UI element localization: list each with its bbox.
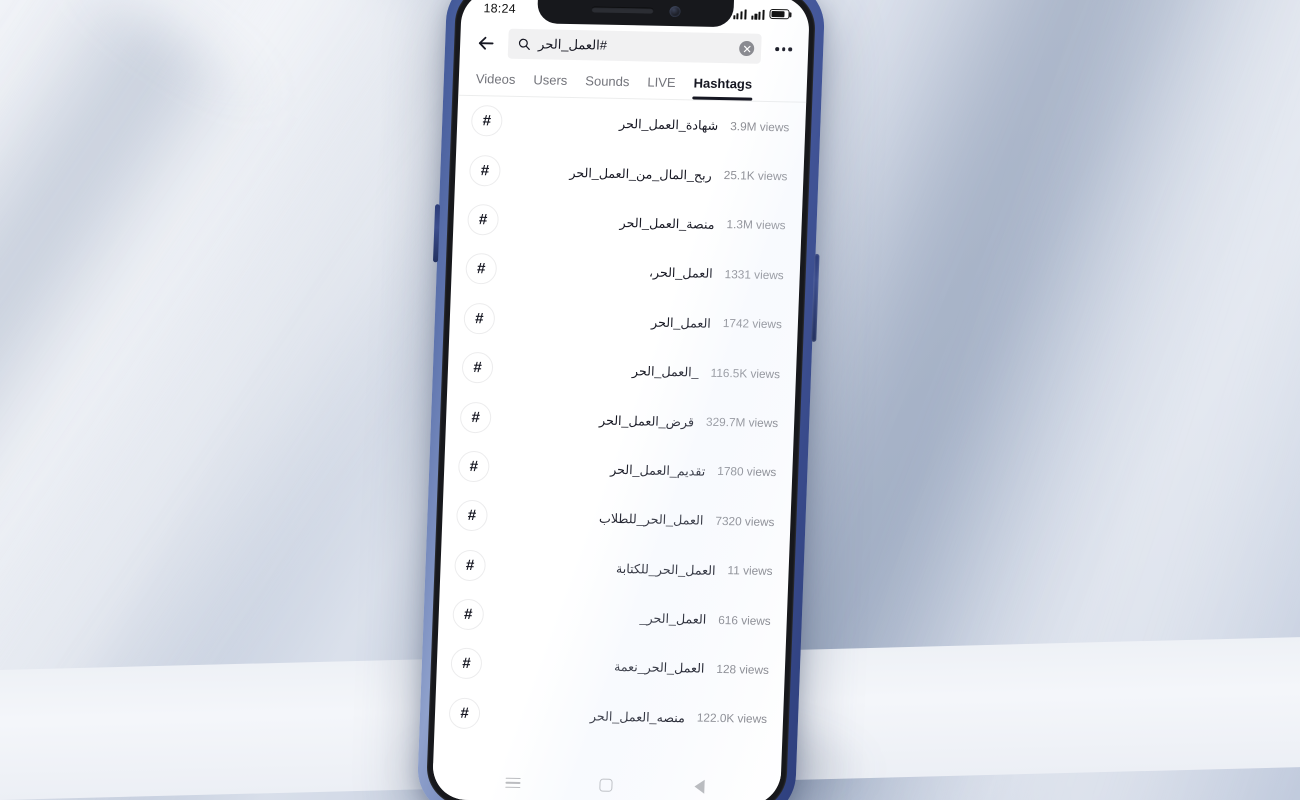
recents-icon[interactable] (500, 772, 527, 795)
hashtag-views: 116.5K views (710, 365, 781, 381)
table-row[interactable]: # العمل_الحر_ 616 views (438, 589, 788, 645)
hashtag-result-list[interactable]: # شهادة_العمل_الحر 3.9M views # ربح_الما… (433, 96, 806, 767)
hashtag-name: منصه_العمل_الحر (589, 709, 686, 726)
hashtag-icon: # (448, 697, 481, 730)
hashtag-icon: # (454, 549, 487, 581)
hashtag-name: تقديم_العمل_الحر (609, 462, 706, 479)
hashtag-icon: # (468, 154, 502, 187)
tab-sounds[interactable]: Sounds (576, 68, 639, 98)
hashtag-icon: # (463, 302, 496, 335)
hashtag-views: 1780 views (717, 464, 777, 480)
hashtag-icon: # (470, 105, 503, 137)
hashtag-views: 329.7M views (705, 414, 779, 431)
hashtag-views: 7320 views (715, 513, 775, 529)
phone-bezel: 18:24 #العمل_الحر Videos Users Sounds LI… (425, 0, 817, 800)
close-icon[interactable] (739, 40, 755, 57)
volume-button[interactable] (432, 204, 441, 263)
hashtag-name: شهادة_العمل_الحر (618, 117, 719, 134)
table-row[interactable]: # شهادة_العمل_الحر 3.9M views (456, 96, 806, 152)
hashtag-name: ربح_المال_من_العمل_الحر (569, 165, 713, 183)
more-options-icon[interactable] (771, 43, 794, 55)
hashtag-name: منصة_العمل_الحر (619, 215, 715, 232)
hashtag-views: 122.0K views (696, 710, 768, 727)
hashtag-views: 1.3M views (726, 217, 786, 233)
hashtag-icon: # (459, 401, 492, 433)
tab-live[interactable]: LIVE (638, 69, 685, 99)
home-icon[interactable] (593, 773, 620, 796)
table-row[interactable]: # ربح_المال_من_العمل_الحر 25.1K views (455, 145, 805, 201)
table-row[interactable]: # منصة_العمل_الحر 1.3M views (453, 194, 803, 250)
power-button[interactable] (811, 253, 820, 342)
table-row[interactable]: # العمل_الحر، 1331 views (451, 244, 801, 300)
hashtag-views: 1331 views (724, 266, 784, 283)
android-nav-bar (431, 763, 782, 800)
phone-mockup: 18:24 #العمل_الحر Videos Users Sounds LI… (416, 0, 826, 800)
phone-screen: 18:24 #العمل_الحر Videos Users Sounds LI… (431, 0, 811, 800)
hashtag-views: 25.1K views (723, 168, 788, 184)
back-arrow-icon[interactable] (474, 31, 499, 55)
tab-users[interactable]: Users (524, 67, 577, 97)
search-input[interactable]: #العمل_الحر (507, 28, 762, 64)
hashtag-icon: # (467, 203, 500, 236)
hashtag-name: العمل_الحر_للكتابة (615, 561, 716, 578)
status-indicators (732, 8, 790, 20)
hashtag-icon: # (455, 500, 489, 532)
search-query-text: #العمل_الحر (537, 36, 608, 53)
hashtag-views: 11 views (727, 563, 773, 579)
back-icon[interactable] (686, 775, 713, 798)
table-row[interactable]: # _العمل_الحر 116.5K views (447, 342, 797, 398)
hashtag-views: 128 views (716, 661, 770, 677)
table-row[interactable]: # العمل_الحر 1742 views (449, 293, 799, 349)
hashtag-name: _العمل_الحر (631, 364, 699, 380)
hashtag-icon: # (461, 351, 494, 384)
hashtag-name: العمل_الحر_نعمة (613, 660, 705, 677)
battery-icon (769, 8, 790, 20)
table-row[interactable]: # العمل_الحر_للكتابة 11 views (440, 540, 790, 596)
hashtag-icon: # (450, 648, 483, 680)
hashtag-name: العمل_الحر (650, 315, 712, 331)
phone-body: 18:24 #العمل_الحر Videos Users Sounds LI… (416, 0, 826, 800)
scene: 18:24 #العمل_الحر Videos Users Sounds LI… (0, 0, 1300, 800)
hashtag-name: العمل_الحر، (648, 265, 713, 282)
table-row[interactable]: # العمل_الحر_للطلاب 7320 views (442, 491, 792, 547)
hashtag-views: 3.9M views (730, 118, 790, 135)
table-row[interactable]: # منصه_العمل_الحر 122.0K views (434, 688, 784, 744)
tab-videos[interactable]: Videos (466, 66, 525, 96)
hashtag-name: العمل_الحر_للطلاب (598, 511, 704, 528)
table-row[interactable]: # العمل_الحر_نعمة 128 views (436, 639, 786, 695)
hashtag-icon: # (457, 450, 490, 483)
hashtag-icon: # (465, 253, 498, 285)
hashtag-views: 1742 views (722, 316, 783, 332)
search-header: #العمل_الحر (459, 26, 808, 73)
hashtag-views: 616 views (718, 612, 772, 628)
hashtag-name: قرض_العمل_الحر (598, 413, 695, 429)
hashtag-icon: # (452, 598, 485, 631)
search-icon (517, 37, 532, 51)
table-row[interactable]: # تقديم_العمل_الحر 1780 views (443, 441, 793, 497)
hashtag-name: العمل_الحر_ (639, 611, 707, 627)
status-time: 18:24 (483, 1, 517, 16)
tab-hashtags[interactable]: Hashtags (684, 70, 762, 101)
signal-bars-icon (751, 8, 765, 20)
table-row[interactable]: # قرض_العمل_الحر 329.7M views (445, 392, 795, 448)
signal-bars-icon (732, 8, 747, 19)
